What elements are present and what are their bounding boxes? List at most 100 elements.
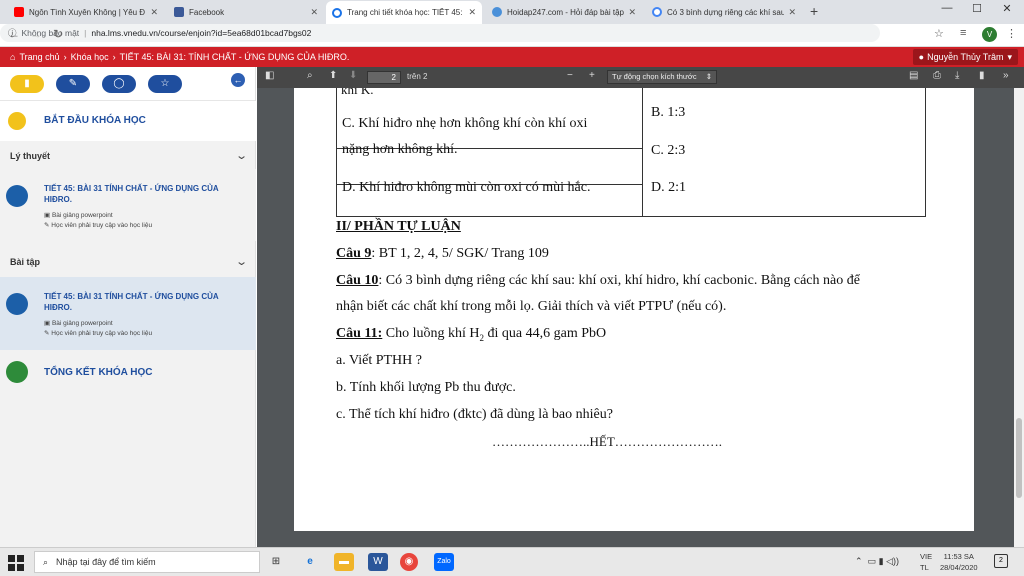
question-10: Câu 10: Có 3 bình dựng riêng các khí sau… <box>336 273 860 289</box>
breadcrumb-current: TIẾT 45: BÀI 31: TÍNH CHẤT - ỨNG DỤNG CỦ… <box>119 52 350 62</box>
tab-hoidap247[interactable]: Hoidap247.com - Hỏi đáp bài tập ✕ <box>486 2 642 22</box>
group-header-theory[interactable]: Lý thuyết ⌄ <box>0 141 256 169</box>
start-course-item[interactable]: BẮT ĐẦU KHÓA HỌC <box>0 101 256 141</box>
group-header-exercises[interactable]: Bài tập ⌄ <box>0 247 256 275</box>
breadcrumb-separator: › <box>112 52 116 62</box>
zoom-out-icon[interactable]: − <box>567 70 573 81</box>
star-icon: ☆ <box>160 78 170 89</box>
end-line: …………………..HẾT……………………. <box>492 434 723 449</box>
lesson-sub-text: Bài giảng powerpoint <box>51 212 113 219</box>
maximize-button[interactable]: ☐ <box>962 2 992 15</box>
profile-avatar[interactable]: V <box>982 27 997 42</box>
tab-lms[interactable]: Trang chi tiết khóa học: TIẾT 45: I ✕ <box>326 1 482 24</box>
question-11-a: a. Viết PTHH ? <box>336 353 422 368</box>
star-icon[interactable]: ☆ <box>934 27 944 40</box>
book-button[interactable]: ▮ <box>10 74 44 93</box>
close-tab-icon[interactable]: ✕ <box>788 7 796 18</box>
url-text[interactable]: nha.lms.vnedu.vn/course/enjoin?id=5ea68d… <box>91 28 311 38</box>
browser-tab-strip: Ngôn Tình Xuyên Không | Yêu Đ ✕ Facebook… <box>0 0 1024 24</box>
lesson-title[interactable]: TIẾT 45: BÀI 31 TÍNH CHẤT - ỨNG DỤNG CỦA… <box>44 183 244 205</box>
tab-title: Trang chi tiết khóa học: TIẾT 45: I <box>347 8 465 17</box>
breadcrumb-courses[interactable]: Khóa học <box>71 52 109 62</box>
minimize-button[interactable]: — <box>932 2 962 14</box>
menu-dots-icon[interactable]: ⋮ <box>1006 27 1017 40</box>
battery-icon[interactable]: ▮ <box>879 556 884 566</box>
pdf-scrollbar[interactable] <box>1014 88 1024 547</box>
clock[interactable]: 11:53 SA 28/04/2020 <box>940 551 978 573</box>
reading-list-icon[interactable]: ≡ <box>960 27 966 39</box>
page-number-input[interactable]: 2 <box>367 71 401 84</box>
lesson-item-theory[interactable]: TIẾT 45: BÀI 31 TÍNH CHẤT - ỨNG DỤNG CỦA… <box>0 169 256 241</box>
language-indicator[interactable]: VIE TL <box>920 551 932 573</box>
home-icon: ⌂ <box>10 52 16 62</box>
task-view-icon[interactable]: ⊞ <box>266 553 286 571</box>
close-tab-icon[interactable]: ✕ <box>310 7 318 18</box>
taskbar-search[interactable]: ⌕ Nhập tại đây để tìm kiếm <box>34 551 260 573</box>
course-sidebar: ▮ ✎ ◯ ☆ ← BẮT ĐẦU KHÓA HỌC Lý thuyết ⌄ T… <box>0 67 256 547</box>
end-course-label: TỔNG KẾT KHÓA HỌC <box>44 367 153 378</box>
open-file-icon[interactable]: ▤ <box>909 70 918 81</box>
file-icon: ▣ <box>44 212 52 219</box>
lesson-title[interactable]: TIẾT 45: BÀI 31 TÍNH CHẤT - ỨNG DỤNG CỦA… <box>44 291 244 313</box>
attachment-button[interactable]: ✎ <box>56 74 90 93</box>
prev-page-icon[interactable]: ⬆ <box>329 70 337 81</box>
tab-title: Có 3 bình dựng riêng các khí sau <box>667 7 785 17</box>
chevron-down-icon[interactable]: ⌄ <box>235 149 248 162</box>
tools-icon[interactable]: » <box>1003 70 1009 81</box>
answer-table: khí K. C. Khí hiđro nhẹ hơn không khí cò… <box>336 88 926 217</box>
zoom-in-icon[interactable]: + <box>589 70 595 81</box>
network-icon[interactable]: ▭ <box>868 556 877 566</box>
close-tab-icon[interactable]: ✕ <box>628 7 636 18</box>
lms-breadcrumb-bar: ⌂ Trang chủ › Khóa học › TIẾT 45: BÀI 31… <box>0 47 1024 67</box>
scrollbar-thumb[interactable] <box>1016 418 1022 498</box>
sidebar-toolbar: ▮ ✎ ◯ ☆ ← <box>0 67 255 101</box>
zoom-select[interactable]: Tự động chọn kích thước ⇕ <box>607 70 717 84</box>
end-course-item[interactable]: TỔNG KẾT KHÓA HỌC <box>0 355 256 391</box>
volume-icon[interactable]: ◁)) <box>886 556 899 566</box>
close-tab-icon[interactable]: ✕ <box>150 7 158 18</box>
collapse-sidebar-icon[interactable]: ← <box>231 73 245 87</box>
time: 11:53 SA <box>943 552 974 561</box>
pdf-page: khí K. C. Khí hiđro nhẹ hơn không khí cò… <box>294 88 974 531</box>
tab-title: Hoidap247.com - Hỏi đáp bài tập <box>507 7 624 17</box>
chevron-down-icon[interactable]: ⌄ <box>235 255 248 268</box>
print-icon[interactable]: ⎙ <box>933 70 941 81</box>
zalo-icon[interactable]: Zalo <box>434 553 454 571</box>
next-page-icon[interactable]: ⬇ <box>349 70 357 81</box>
edge-icon[interactable]: e <box>300 553 320 571</box>
lesson-item-exercises[interactable]: TIẾT 45: BÀI 31 TÍNH CHẤT - ỨNG DỤNG CỦA… <box>0 277 256 350</box>
address-bar[interactable]: ⓘ Không bảo mật | nha.lms.vnedu.vn/cours… <box>0 24 880 42</box>
download-icon[interactable]: ⤓ <box>955 70 959 81</box>
comment-button[interactable]: ◯ <box>102 74 136 93</box>
search-icon[interactable]: ⌕ <box>307 70 313 81</box>
chrome-icon[interactable]: ◉ <box>400 553 418 571</box>
lesson-sub-access: ✎ Học viên phải truy cập vào học liệu <box>44 221 152 229</box>
tab-google[interactable]: Có 3 bình dựng riêng các khí sau ✕ <box>646 2 802 22</box>
notification-icon[interactable]: 2 <box>994 554 1008 568</box>
pdf-viewer[interactable]: khí K. C. Khí hiđro nhẹ hơn không khí cò… <box>257 88 1014 547</box>
file-explorer-icon[interactable]: ▬ <box>334 553 354 571</box>
sidebar-toggle-icon[interactable]: ◧ <box>265 70 274 81</box>
favorite-button[interactable]: ☆ <box>148 74 182 93</box>
google-icon <box>652 7 662 17</box>
pdf-toolbar: ◧ ⌕ ⬆ ⬇ 2 trên 2 − + Tự động chọn kích t… <box>257 67 1024 88</box>
question-9: Câu 9: BT 1, 2, 4, 5/ SGK/ Trang 109 <box>336 246 549 262</box>
breadcrumb-home[interactable]: Trang chủ <box>19 52 59 62</box>
user-menu-button[interactable]: ● Nguyễn Thủy Trâm ▾ <box>912 49 1018 65</box>
close-window-button[interactable]: ✕ <box>992 2 1022 15</box>
tab-facebook[interactable]: Facebook ✕ <box>168 2 324 22</box>
close-tab-icon[interactable]: ✕ <box>468 7 476 18</box>
question-11: Câu 11: Cho luồng khí H2 đi qua 44,6 gam… <box>336 326 606 346</box>
chevron-up-icon[interactable]: ⌃ <box>855 556 863 566</box>
word-icon[interactable]: W <box>368 553 388 571</box>
windows-start-icon[interactable] <box>8 555 24 571</box>
reload-icon[interactable]: ↻ <box>48 27 68 41</box>
system-tray[interactable]: ⌃ ▭ ▮ ◁)) <box>855 556 899 567</box>
back-icon[interactable]: ← <box>4 27 24 41</box>
forward-icon[interactable]: → <box>26 27 46 41</box>
windows-taskbar: ⌕ Nhập tại đây để tìm kiếm ⊞ e ▬ W ◉ Zal… <box>0 547 1024 576</box>
new-tab-button[interactable]: + <box>810 3 818 19</box>
q9-label: Câu 9 <box>336 246 372 261</box>
tab-youtube[interactable]: Ngôn Tình Xuyên Không | Yêu Đ ✕ <box>8 2 164 22</box>
bookmark-icon[interactable]: ▮ <box>979 70 985 81</box>
